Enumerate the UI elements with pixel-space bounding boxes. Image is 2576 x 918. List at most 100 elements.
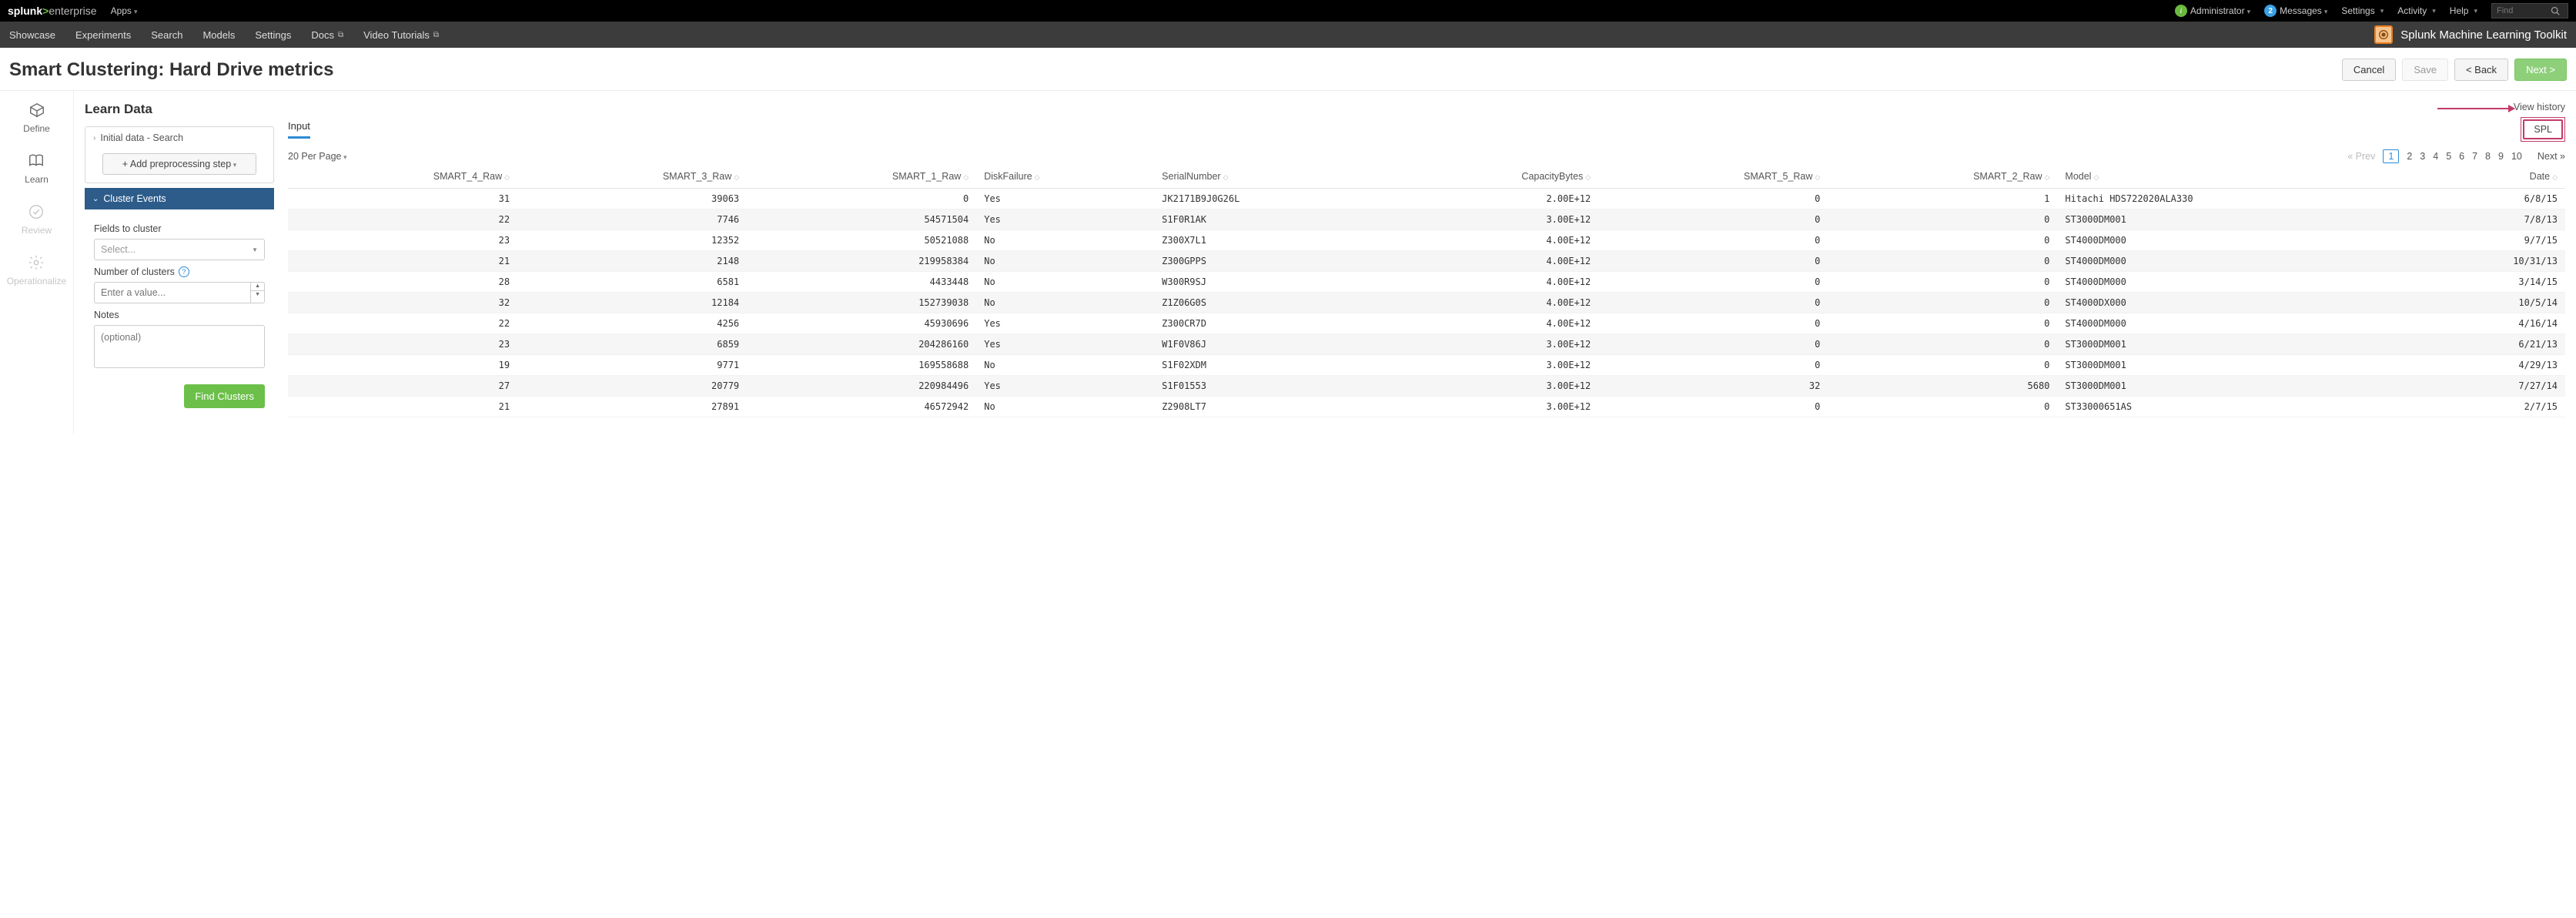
cell: 32 [1598, 376, 1828, 397]
table-row[interactable]: 31390630YesJK2171B9J0G26L2.00E+1201Hitac… [288, 189, 2565, 209]
pager-page-2[interactable]: 2 [2407, 151, 2412, 162]
cell: 0 [1828, 209, 2057, 230]
app-subnav: Showcase Experiments Search Models Settings D… [0, 22, 2576, 48]
sort-icon: ◇ [1035, 173, 1040, 181]
external-link-icon: ⧉ [433, 31, 439, 39]
table-row[interactable]: 236859204286160YesW1F0V86J3.00E+1200ST30… [288, 334, 2565, 355]
cell: 0 [1598, 209, 1828, 230]
table-row[interactable]: 199771169558688NoS1F02XDM3.00E+1200ST300… [288, 355, 2565, 376]
nav-showcase[interactable]: Showcase [9, 29, 55, 41]
cell: S1F02XDM [1154, 355, 1387, 376]
nav-docs[interactable]: Docs⧉ [311, 29, 343, 41]
brand-enterprise: enterprise [49, 5, 96, 17]
pager-page-9[interactable]: 9 [2498, 151, 2504, 162]
table-row[interactable]: 212148219958384NoZ300GPPS4.00E+1200ST400… [288, 251, 2565, 272]
stage-learn[interactable]: Learn [25, 152, 49, 185]
table-row[interactable]: 2865814433448NoW300R9SJ4.00E+1200ST4000D… [288, 272, 2565, 293]
chevron-right-icon: › [93, 134, 95, 142]
settings-menu[interactable]: Settings [2341, 5, 2384, 16]
cell: 4.00E+12 [1387, 251, 1598, 272]
fields-select[interactable]: Select...▼ [94, 239, 265, 260]
cell: 2.00E+12 [1387, 189, 1598, 209]
cell: ST3000DM001 [2057, 334, 2415, 355]
nav-settings[interactable]: Settings [255, 29, 291, 41]
add-preprocessing-button[interactable]: Add preprocessing step [102, 153, 256, 175]
back-button[interactable]: < Back [2454, 59, 2508, 81]
num-clusters-input[interactable]: ▲▼ [94, 282, 265, 303]
messages-menu[interactable]: 2Messages [2264, 5, 2327, 17]
pager-page-10[interactable]: 10 [2511, 151, 2522, 162]
help-icon[interactable]: ? [179, 266, 189, 277]
cell: Yes [976, 313, 1154, 334]
spin-up-icon[interactable]: ▲ [251, 283, 264, 291]
spin-down-icon[interactable]: ▼ [251, 291, 264, 299]
nav-video-tutorials[interactable]: Video Tutorials⧉ [363, 29, 439, 41]
page-title: Smart Clustering: Hard Drive metrics [9, 59, 333, 81]
table-row[interactable]: 22774654571504YesS1F0R1AK3.00E+1200ST300… [288, 209, 2565, 230]
sort-icon: ◇ [1815, 173, 1820, 181]
pager-next[interactable]: Next » [2538, 151, 2565, 162]
main-content: Define Learn Review Operationalize Learn… [0, 91, 2576, 434]
per-page-select[interactable]: 20 Per Page [288, 151, 347, 162]
table-row[interactable]: 3212184152739038NoZ1Z06G0S4.00E+1200ST40… [288, 293, 2565, 313]
apps-menu[interactable]: Apps [111, 5, 138, 16]
global-find[interactable] [2491, 3, 2568, 18]
find-input[interactable] [2497, 6, 2551, 15]
initial-data-section[interactable]: ›Initial data - Search Add preprocessing… [85, 126, 274, 183]
stage-define[interactable]: Define [23, 102, 50, 134]
cell: 3.00E+12 [1387, 376, 1598, 397]
num-clusters-field[interactable] [94, 282, 250, 303]
col-smart_5_raw[interactable]: SMART_5_Raw◇ [1598, 165, 1828, 189]
pager-page-6[interactable]: 6 [2459, 151, 2464, 162]
cell: 1 [1828, 189, 2057, 209]
app-name: Splunk Machine Learning Toolkit [2400, 28, 2567, 42]
cell: 4.00E+12 [1387, 293, 1598, 313]
administrator-menu[interactable]: iAdministrator [2175, 5, 2250, 17]
cell: ST4000DX000 [2057, 293, 2415, 313]
activity-menu[interactable]: Activity [2397, 5, 2436, 16]
nav-experiments[interactable]: Experiments [75, 29, 131, 41]
cell: 31 [288, 189, 517, 209]
notes-textarea[interactable] [94, 325, 265, 368]
cell: 22 [288, 209, 517, 230]
col-smart_4_raw[interactable]: SMART_4_Raw◇ [288, 165, 517, 189]
pager-page-5[interactable]: 5 [2446, 151, 2451, 162]
pager-page-3[interactable]: 3 [2420, 151, 2425, 162]
col-smart_2_raw[interactable]: SMART_2_Raw◇ [1828, 165, 2057, 189]
col-capacitybytes[interactable]: CapacityBytes◇ [1387, 165, 1598, 189]
cluster-events-header[interactable]: ⌄Cluster Events [85, 188, 274, 209]
table-row[interactable]: 2720779220984496YesS1F015533.00E+1232568… [288, 376, 2565, 397]
pager-page-1[interactable]: 1 [2383, 149, 2399, 163]
spl-button[interactable]: SPL [2523, 119, 2563, 139]
col-serialnumber[interactable]: SerialNumber◇ [1154, 165, 1387, 189]
next-button[interactable]: Next > [2514, 59, 2567, 81]
find-clusters-button[interactable]: Find Clusters [184, 384, 265, 408]
pager-page-8[interactable]: 8 [2485, 151, 2491, 162]
nav-models[interactable]: Models [202, 29, 235, 41]
view-history-link[interactable]: View history [2514, 102, 2565, 112]
col-diskfailure[interactable]: DiskFailure◇ [976, 165, 1154, 189]
cell: ST4000DM000 [2057, 313, 2415, 334]
cell: 32 [288, 293, 517, 313]
help-menu[interactable]: Help [2450, 5, 2477, 16]
col-model[interactable]: Model◇ [2057, 165, 2415, 189]
pager-page-7[interactable]: 7 [2472, 151, 2477, 162]
notes-label: Notes [94, 310, 265, 320]
cell: No [976, 397, 1154, 417]
col-smart_3_raw[interactable]: SMART_3_Raw◇ [517, 165, 747, 189]
table-row[interactable]: 231235250521088NoZ300X7L14.00E+1200ST400… [288, 230, 2565, 251]
nav-search[interactable]: Search [151, 29, 182, 41]
cell: 2148 [517, 251, 747, 272]
tab-input[interactable]: Input [288, 120, 310, 139]
table-row[interactable]: 22425645930696YesZ300CR7D4.00E+1200ST400… [288, 313, 2565, 334]
col-smart_1_raw[interactable]: SMART_1_Raw◇ [747, 165, 976, 189]
table-row[interactable]: 212789146572942NoZ2908LT73.00E+1200ST330… [288, 397, 2565, 417]
cell: 0 [1828, 313, 2057, 334]
cancel-button[interactable]: Cancel [2342, 59, 2396, 81]
cell: Yes [976, 189, 1154, 209]
cell: 0 [1828, 251, 2057, 272]
col-date[interactable]: Date◇ [2416, 165, 2565, 189]
pager-page-4[interactable]: 4 [2433, 151, 2438, 162]
cell: 0 [1598, 293, 1828, 313]
cell: 219958384 [747, 251, 976, 272]
